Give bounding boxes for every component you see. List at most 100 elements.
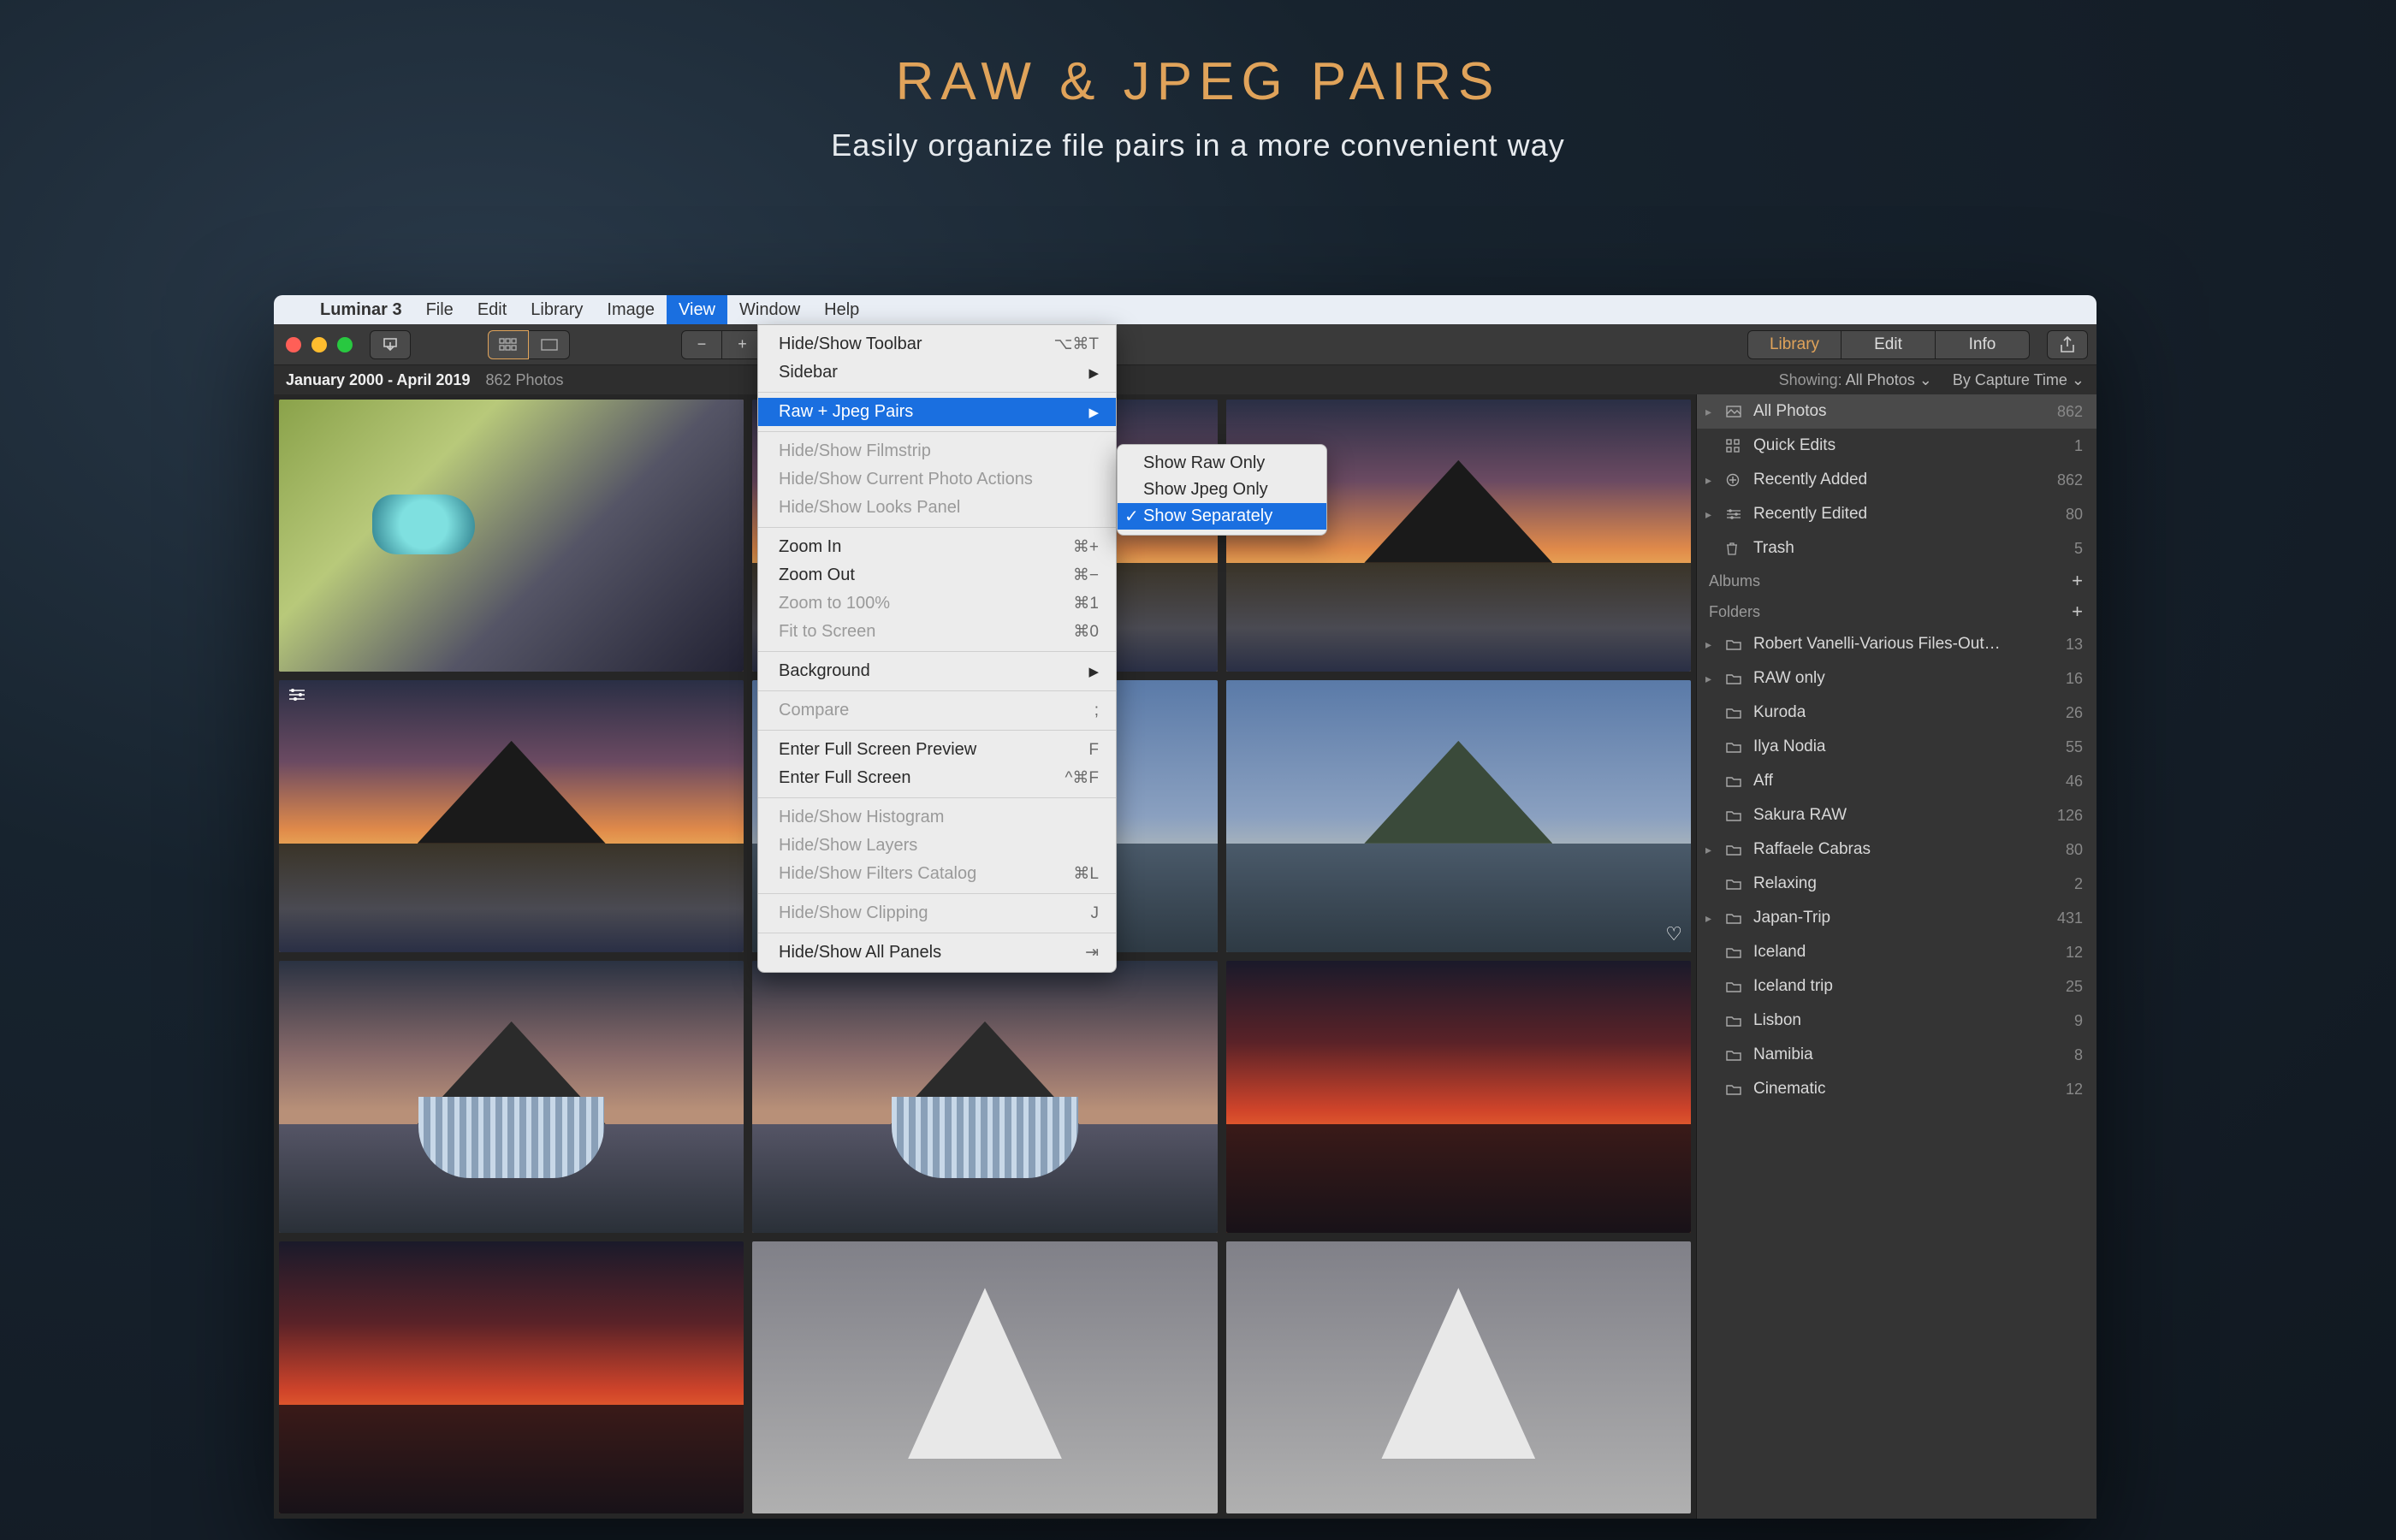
sidebar-shortcut-quick-edits[interactable]: rect{fill:none;stroke:#aaa;stroke-width:… [1697, 429, 2096, 463]
disclosure-icon: ▸ [1705, 405, 1717, 419]
menu-hide-show-actions: Hide/Show Current Photo Actions [758, 465, 1116, 494]
menu-zoom-in[interactable]: Zoom In⌘+ [758, 533, 1116, 561]
grid-view-button[interactable]: rect{fill:none;stroke:#e0a35a;stroke-wid… [488, 330, 529, 359]
sidebar-section-folders[interactable]: Folders + [1697, 596, 2096, 627]
sidebar-item-label: Relaxing [1753, 874, 1817, 893]
sidebar-folder-item[interactable]: Kuroda26 [1697, 696, 2096, 730]
folder-icon [1726, 1015, 1745, 1027]
menubar-edit[interactable]: Edit [466, 295, 519, 324]
showing-filter[interactable]: Showing: All Photos ⌄ [1779, 371, 1932, 389]
sidebar-item-count: 9 [2074, 1012, 2083, 1030]
photo-thumbnail[interactable] [752, 961, 1217, 1233]
sidebar-shortcut-recently-edited[interactable]: ▸Recently Edited80 [1697, 497, 2096, 531]
photo-thumbnail[interactable] [279, 1241, 744, 1513]
menu-item-label: Show Separately [1143, 506, 1272, 526]
minimize-window-button[interactable] [311, 337, 327, 352]
menubar-image[interactable]: Image [595, 295, 667, 324]
photo-thumbnail[interactable] [279, 680, 744, 952]
menubar-help[interactable]: Help [812, 295, 871, 324]
menu-item-label: Hide/Show Layers [779, 836, 917, 856]
menu-separator [758, 690, 1116, 691]
photo-thumbnail[interactable] [279, 961, 744, 1233]
photo-thumbnail[interactable] [1226, 400, 1691, 672]
chevron-down-icon: ⌄ [2072, 371, 2085, 388]
sort-control[interactable]: By Capture Time ⌄ [1953, 371, 2085, 389]
photo-thumbnail[interactable] [279, 400, 744, 672]
menubar-view[interactable]: View [667, 295, 727, 324]
close-window-button[interactable] [286, 337, 301, 352]
tab-library[interactable]: Library [1747, 330, 1841, 359]
menu-separator [758, 651, 1116, 652]
photo-thumbnail[interactable] [1226, 961, 1691, 1233]
sidebar-folder-item[interactable]: Aff46 [1697, 764, 2096, 798]
submenu-show-raw-only[interactable]: Show Raw Only [1118, 450, 1326, 477]
photo-thumbnail[interactable]: ♡ [1226, 680, 1691, 952]
sidebar-folder-item[interactable]: Iceland12 [1697, 935, 2096, 969]
window-controls [282, 337, 361, 352]
sidebar-folder-item[interactable]: ▸RAW only16 [1697, 661, 2096, 696]
menu-zoom-out[interactable]: Zoom Out⌘− [758, 561, 1116, 589]
sidebar-folder-item[interactable]: Cinematic 12 [1697, 1072, 2096, 1106]
import-button[interactable] [370, 330, 411, 359]
menu-item-shortcut: ⌘1 [1073, 594, 1099, 613]
photo-thumbnail[interactable] [1226, 1241, 1691, 1513]
menu-item-shortcut: F [1088, 741, 1099, 760]
submenu-show-jpeg-only[interactable]: Show Jpeg Only [1118, 477, 1326, 503]
sidebar-item-label: Iceland [1753, 943, 1806, 962]
sidebar-folder-item[interactable]: Sakura RAW126 [1697, 798, 2096, 832]
menubar-window[interactable]: Window [727, 295, 812, 324]
view-menu-dropdown: Hide/Show Toolbar ⌥⌘T Sidebar ▶ Raw + Jp… [757, 324, 1117, 973]
zoom-group: − + [681, 330, 763, 359]
menubar-library[interactable]: Library [519, 295, 595, 324]
sidebar-item-count: 5 [2074, 540, 2083, 558]
favorite-icon[interactable]: ♡ [1665, 923, 1682, 945]
sidebar-folder-item[interactable]: ▸Robert Vanelli-Various Files-Out…13 [1697, 627, 2096, 661]
menu-hide-show-toolbar[interactable]: Hide/Show Toolbar ⌥⌘T [758, 330, 1116, 358]
menu-raw-jpeg-pairs[interactable]: Raw + Jpeg Pairs ▶ [758, 398, 1116, 426]
sidebar-item-label: Robert Vanelli-Various Files-Out… [1753, 635, 2001, 654]
menubar-file[interactable]: File [414, 295, 466, 324]
sidebar-folder-item[interactable]: Iceland trip25 [1697, 969, 2096, 1004]
menu-background[interactable]: Background▶ [758, 657, 1116, 685]
photo-thumbnail[interactable] [752, 1241, 1217, 1513]
submenu-show-separately[interactable]: ✓ Show Separately [1118, 503, 1326, 530]
menu-separator [758, 893, 1116, 894]
menu-fullscreen-preview[interactable]: Enter Full Screen PreviewF [758, 736, 1116, 764]
sidebar-section-albums[interactable]: Albums + [1697, 566, 2096, 596]
sidebar-folder-item[interactable]: Namibia8 [1697, 1038, 2096, 1072]
sidebar-item-count: 80 [2066, 841, 2083, 859]
tab-edit[interactable]: Edit [1841, 330, 1936, 359]
sidebar-folder-item[interactable]: ▸Raffaele Cabras80 [1697, 832, 2096, 867]
menu-sidebar[interactable]: Sidebar ▶ [758, 358, 1116, 387]
sidebar-folder-item[interactable]: Lisbon9 [1697, 1004, 2096, 1038]
sidebar-shortcut-recently-added[interactable]: ▸Recently Added862 [1697, 463, 2096, 497]
sidebar-folder-item[interactable]: ▸Japan-Trip431 [1697, 901, 2096, 935]
menu-item-shortcut: ⌥⌘T [1053, 335, 1099, 354]
sidebar-item-label: All Photos [1753, 402, 1827, 421]
sidebar-item-label: Cinematic [1753, 1080, 1825, 1099]
zoom-window-button[interactable] [337, 337, 353, 352]
add-album-button[interactable]: + [2072, 570, 2083, 592]
zoom-out-button[interactable]: − [681, 330, 722, 359]
add-folder-button[interactable]: + [2072, 601, 2083, 623]
menu-item-label: Show Jpeg Only [1143, 480, 1268, 500]
menu-fit-screen: Fit to Screen⌘0 [758, 618, 1116, 646]
menu-separator [758, 797, 1116, 798]
menu-filters-catalog: Hide/Show Filters Catalog⌘L [758, 860, 1116, 888]
menubar-app-name[interactable]: Luminar 3 [308, 295, 414, 324]
menu-item-label: Zoom to 100% [779, 594, 890, 613]
sidebar-item-count: 25 [2066, 978, 2083, 996]
menu-layers: Hide/Show Layers [758, 832, 1116, 860]
sidebar-folder-item[interactable]: Ilya Nodia55 [1697, 730, 2096, 764]
sidebar-shortcut-trash[interactable]: Trash5 [1697, 531, 2096, 566]
menu-item-label: Hide/Show Toolbar [779, 335, 922, 354]
sidebar-folder-item[interactable]: Relaxing2 [1697, 867, 2096, 901]
tab-info[interactable]: Info [1936, 330, 2030, 359]
menu-all-panels[interactable]: Hide/Show All Panels⇥ [758, 939, 1116, 967]
menu-fullscreen[interactable]: Enter Full Screen^⌘F [758, 764, 1116, 792]
single-view-button[interactable] [529, 330, 570, 359]
sidebar-item-count: 12 [2066, 1081, 2083, 1099]
share-button[interactable] [2047, 330, 2088, 359]
disclosure-icon: ▸ [1705, 672, 1717, 686]
sidebar-shortcut-all-photos[interactable]: ▸All Photos862 [1697, 394, 2096, 429]
